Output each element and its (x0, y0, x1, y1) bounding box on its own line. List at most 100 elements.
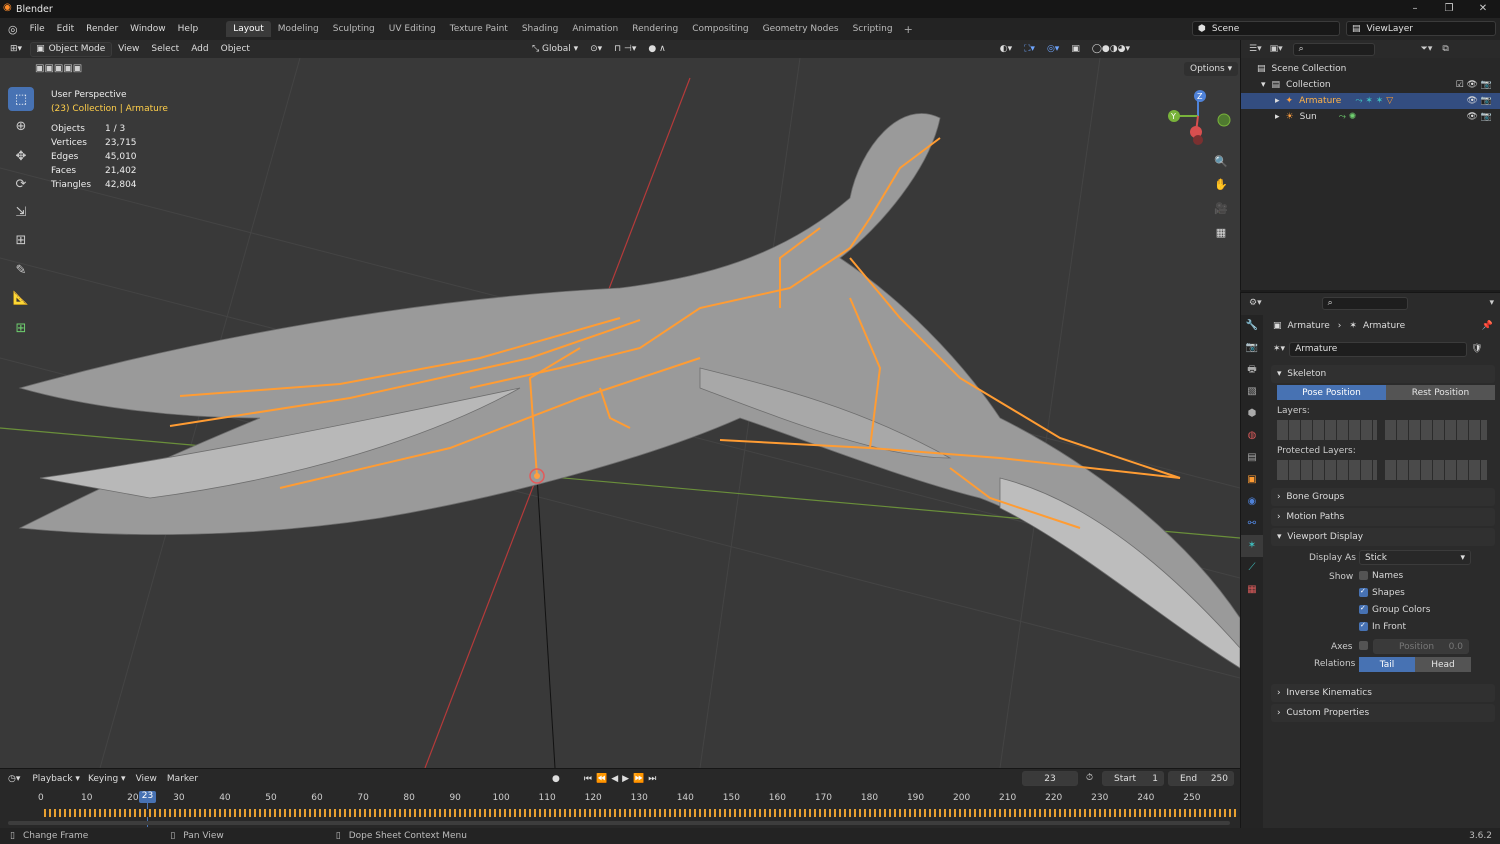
editor-type-icon[interactable]: ⊞▾ (4, 44, 28, 54)
playback-controls[interactable]: ⏮⏪◀▶⏩⏭ (584, 774, 660, 784)
sun-visibility-icons[interactable]: 👁 📷 (1467, 112, 1493, 122)
head-button[interactable]: Head (1415, 657, 1471, 672)
skeleton-panel-header[interactable]: ▾ Skeleton (1271, 365, 1495, 383)
select-box-tool[interactable]: ⬚ (8, 87, 34, 111)
axes-checkbox[interactable] (1359, 641, 1372, 651)
add-cube-tool[interactable]: ⊞ (8, 316, 34, 340)
keying-menu[interactable]: Keying ▾ (88, 774, 126, 784)
playback-menu[interactable]: Playback ▾ (32, 774, 80, 784)
zoom-icon[interactable]: 🔍 (1211, 151, 1231, 171)
view-menu[interactable]: View (112, 44, 145, 54)
tab-rendering[interactable]: Rendering (625, 21, 685, 37)
layers-grid[interactable] (1277, 420, 1495, 440)
end-frame-field[interactable]: End 250 (1168, 771, 1234, 786)
menu-window[interactable]: Window (124, 24, 172, 34)
display-as-dropdown[interactable]: Stick ▾ (1359, 550, 1471, 565)
3d-viewport[interactable]: ▣▣▣▣▣ ⬚ ⊕ ✥ ⟳ ⇲ ⊞ ✎ 📐 ⊞ User Perspective… (0, 58, 1240, 768)
add-workspace-icon[interactable]: + (904, 23, 913, 36)
properties-search-input[interactable]: ⌕ (1321, 296, 1408, 310)
gizmo-neg-x-axis[interactable] (1193, 135, 1203, 145)
collection-row[interactable]: ▾ ▤ Collection ☑ 👁 📷 (1241, 77, 1500, 93)
data-browse-icon[interactable]: ✶▾ (1273, 344, 1285, 354)
current-frame-indicator[interactable]: 23 (139, 791, 156, 803)
transform-orientation-dropdown[interactable]: ⤡ Global ▾ (526, 44, 584, 54)
menu-help[interactable]: Help (172, 24, 205, 34)
properties-options-icon[interactable]: ▾ (1489, 298, 1494, 308)
proportional-edit-icon[interactable]: ● ∧ (642, 44, 671, 54)
filter-icon[interactable]: ⏷▾ (1421, 44, 1433, 54)
menu-edit[interactable]: Edit (51, 24, 80, 34)
collection-visibility-icons[interactable]: ☑ 👁 📷 (1456, 80, 1492, 90)
add-menu[interactable]: Add (185, 44, 214, 54)
display-mode-icon[interactable]: ▣▾ (1270, 44, 1283, 54)
close-button[interactable]: ✕ (1466, 0, 1500, 18)
tab-uv-editing[interactable]: UV Editing (382, 21, 443, 37)
axes-position-field[interactable]: Position 0.0 (1373, 639, 1469, 654)
tab-sculpting[interactable]: Sculpting (326, 21, 382, 37)
outliner-item-armature[interactable]: ▸ ✦ Armature ⤳ ✶ ✶ ▽ 👁 📷 (1241, 93, 1500, 109)
move-tool[interactable]: ✥ (8, 144, 34, 168)
tab-animation[interactable]: Animation (565, 21, 625, 37)
pan-hand-icon[interactable]: ✋ (1211, 174, 1231, 194)
outliner-editor-icon[interactable]: ☰▾ (1249, 44, 1262, 54)
timeline-editor-icon[interactable]: ◷▾ (8, 774, 20, 784)
annotate-tool[interactable]: ✎ (8, 258, 34, 282)
measure-tool[interactable]: 📐 (8, 286, 34, 310)
navigation-gizmo[interactable]: Z Y (1162, 88, 1234, 148)
tab-geometry-nodes[interactable]: Geometry Nodes (756, 21, 846, 37)
pin-icon[interactable]: 📌 (1482, 321, 1493, 331)
menu-file[interactable]: File (24, 24, 51, 34)
outliner-search-input[interactable]: ⌕ (1292, 42, 1375, 56)
perspective-grid-icon[interactable]: ▦ (1211, 222, 1231, 242)
shading-modes-icon[interactable]: ◯●◑◕▾ (1086, 44, 1136, 54)
bone-groups-panel[interactable]: › Bone Groups (1271, 488, 1495, 506)
overlay-toggle-icon[interactable]: ◎▾ (1041, 44, 1065, 54)
preview-range-icon[interactable]: ⏱ (1086, 773, 1093, 783)
tab-shading[interactable]: Shading (515, 21, 566, 37)
viewport-display-panel[interactable]: ▾ Viewport Display (1271, 528, 1495, 546)
timeline-scrollbar[interactable] (8, 821, 1230, 825)
viewlayer-selector[interactable]: ▤ ViewLayer (1346, 21, 1496, 36)
select-menu[interactable]: Select (145, 44, 185, 54)
visibility-icon[interactable]: ◐▾ (994, 44, 1018, 54)
object-menu[interactable]: Object (215, 44, 256, 54)
tail-button[interactable]: Tail (1359, 657, 1415, 672)
maximize-button[interactable]: ❐ (1432, 0, 1466, 18)
motion-paths-panel[interactable]: › Motion Paths (1271, 508, 1495, 526)
xray-icon[interactable]: ▣ (1065, 44, 1086, 54)
scale-tool[interactable]: ⇲ (8, 200, 34, 224)
names-checkbox[interactable]: Names (1359, 571, 1403, 581)
transform-tool[interactable]: ⊞ (8, 228, 34, 252)
inverse-kinematics-panel[interactable]: › Inverse Kinematics (1271, 684, 1495, 702)
gizmo-neg-y-axis[interactable] (1217, 113, 1231, 127)
gizmo-toggle-icon[interactable]: ⛶▾ (1018, 44, 1041, 54)
fake-user-icon[interactable]: 🛡 (1471, 344, 1482, 354)
outliner-item-sun[interactable]: ▸ ☀ Sun ⤳ ✺ 👁 📷 (1241, 109, 1500, 125)
tab-texture-paint[interactable]: Texture Paint (443, 21, 515, 37)
mode-dropdown[interactable]: ▣ Object Mode (30, 41, 113, 57)
menu-render[interactable]: Render (80, 24, 124, 34)
snap-icon[interactable]: ⊓ ⊣▾ (608, 44, 642, 54)
timeline-view-menu[interactable]: View (136, 774, 157, 784)
rest-position-button[interactable]: Rest Position (1386, 385, 1495, 400)
minimize-button[interactable]: – (1398, 0, 1432, 18)
tab-scripting[interactable]: Scripting (846, 21, 900, 37)
custom-properties-panel[interactable]: › Custom Properties (1271, 704, 1495, 722)
armature-name-field[interactable]: Armature (1289, 341, 1468, 357)
select-mode-icons[interactable]: ▣▣▣▣▣ (35, 63, 82, 74)
scene-collection-row[interactable]: ▤ Scene Collection (1241, 61, 1500, 77)
start-frame-field[interactable]: Start 1 (1102, 771, 1164, 786)
blender-menu-icon[interactable]: ◎ (8, 23, 18, 36)
pose-position-button[interactable]: Pose Position (1277, 385, 1386, 400)
cursor-tool[interactable]: ⊕ (8, 114, 34, 138)
protected-layers-grid[interactable] (1277, 460, 1495, 480)
rotate-tool[interactable]: ⟳ (8, 172, 34, 196)
group-colors-checkbox[interactable]: Group Colors (1359, 604, 1430, 615)
properties-editor-icon[interactable]: ⚙▾ (1249, 298, 1262, 308)
armature-visibility-icons[interactable]: 👁 📷 (1467, 96, 1493, 106)
tab-compositing[interactable]: Compositing (685, 21, 755, 37)
tab-modeling[interactable]: Modeling (271, 21, 326, 37)
shapes-checkbox[interactable]: Shapes (1359, 587, 1405, 598)
pivot-icon[interactable]: ⊙▾ (584, 44, 608, 54)
camera-icon[interactable]: 🎥 (1211, 198, 1231, 218)
